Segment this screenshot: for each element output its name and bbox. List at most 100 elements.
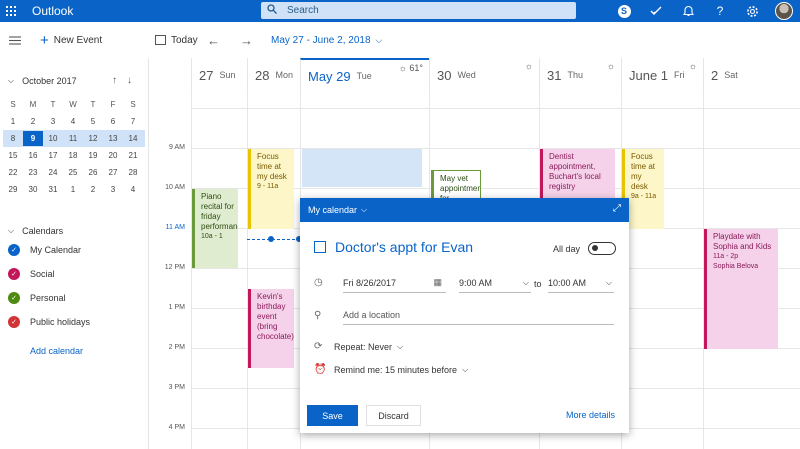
- new-event-label: New Event: [53, 34, 103, 46]
- event-piano-recital[interactable]: Piano recital for friday performance 10a…: [192, 189, 238, 268]
- time-label: 10 AM: [165, 184, 185, 191]
- date-range-label: May 27 - June 2, 2018: [271, 34, 371, 46]
- calendar-item-label: Public holidays: [30, 317, 91, 327]
- day-header-sat[interactable]: 2 Sat: [703, 58, 800, 92]
- start-date-field[interactable]: Fri 8/26/2017 ▦: [343, 273, 446, 293]
- mini-calendar-day[interactable]: 29: [3, 185, 23, 194]
- partly-cloudy-icon: ☼: [606, 61, 615, 71]
- mini-calendar-day[interactable]: 22: [3, 168, 23, 177]
- mini-calendar-day[interactable]: 25: [63, 168, 83, 177]
- event-title-input[interactable]: Doctor's appt for Evan: [314, 239, 473, 255]
- mini-calendar-day[interactable]: 28: [123, 168, 143, 177]
- calendar-item-social[interactable]: ✓ Social: [8, 268, 55, 280]
- mini-calendar-day[interactable]: 20: [103, 151, 123, 160]
- calendar-picker-icon[interactable]: ▦: [433, 277, 442, 288]
- new-event-button[interactable]: + New Event: [40, 22, 102, 58]
- bell-icon[interactable]: [672, 0, 704, 22]
- skype-icon[interactable]: S: [608, 0, 640, 22]
- event-focus-time-mon[interactable]: Focus time at my desk 9 - 11a: [248, 149, 294, 229]
- next-arrow-icon[interactable]: →: [240, 33, 273, 48]
- app-launcher-icon[interactable]: [0, 0, 22, 22]
- event-kevin-birthday[interactable]: Kevin's birthday event (bring chocolate): [248, 289, 294, 368]
- mini-calendar-day[interactable]: 17: [43, 151, 63, 160]
- chevron-down-icon[interactable]: ⌵: [361, 205, 367, 215]
- up-arrow-icon[interactable]: ↑: [112, 75, 127, 86]
- day-header-tue[interactable]: May 29 Tue ☼ 61°: [300, 58, 429, 92]
- mini-calendar-day[interactable]: 10: [43, 134, 63, 143]
- mini-calendar-day[interactable]: 26: [83, 168, 103, 177]
- mini-calendar-day[interactable]: 30: [23, 185, 43, 194]
- calendar-item-personal[interactable]: ✓ Personal: [8, 292, 66, 304]
- date-range-picker[interactable]: May 27 - June 2, 2018 ⌵: [271, 22, 382, 58]
- mini-calendar-day[interactable]: 13: [103, 134, 123, 143]
- prev-arrow-icon[interactable]: ←: [207, 33, 240, 48]
- calendar-icon: [314, 241, 326, 253]
- discard-button[interactable]: Discard: [366, 405, 421, 426]
- chevron-down-icon: ⌵: [605, 277, 612, 287]
- mini-calendar-day[interactable]: 8: [3, 134, 23, 143]
- mini-calendar-day[interactable]: 7: [123, 117, 143, 126]
- selected-time-slot[interactable]: [302, 149, 422, 187]
- mini-calendar-day[interactable]: 18: [63, 151, 83, 160]
- event-time: 9a - 11a: [631, 193, 657, 200]
- save-button[interactable]: Save: [307, 405, 358, 426]
- mini-calendar-day[interactable]: 1: [63, 185, 83, 194]
- mini-calendar-day[interactable]: 9: [23, 131, 43, 146]
- mini-calendar-day[interactable]: 23: [23, 168, 43, 177]
- event-playdate[interactable]: Playdate with Sophia and Kids 11a - 2p S…: [704, 229, 778, 349]
- mini-calendar-grid: S M T W T F S 1 2 3 4 5 6 7 8 9 10 11 12 13 14 15 16 17 18 19 20 21…: [3, 96, 145, 198]
- mini-calendar-day[interactable]: 15: [3, 151, 23, 160]
- calendar-item-my-calendar[interactable]: ✓ My Calendar: [8, 244, 81, 256]
- weekday-label: W: [69, 100, 77, 109]
- reminder-row[interactable]: ⏰ Remind me: 15 minutes before ⌵: [314, 364, 468, 375]
- mini-calendar-day[interactable]: 4: [63, 117, 83, 126]
- help-icon[interactable]: ?: [704, 0, 736, 22]
- start-time-field[interactable]: 9:00 AM ⌵: [459, 273, 531, 293]
- day-header-mon[interactable]: 28 Mon: [247, 58, 300, 92]
- today-button[interactable]: Today: [155, 22, 198, 58]
- location-input[interactable]: Add a location: [343, 305, 614, 325]
- mini-calendar-day[interactable]: 2: [83, 185, 103, 194]
- calendar-item-public-holidays[interactable]: ✓ Public holidays: [8, 316, 90, 328]
- mini-calendar-day[interactable]: 31: [43, 185, 63, 194]
- mini-calendar-day[interactable]: 19: [83, 151, 103, 160]
- day-header-sun[interactable]: 27 Sun: [191, 58, 247, 92]
- more-details-link[interactable]: More details: [566, 410, 615, 420]
- avatar[interactable]: [768, 0, 800, 22]
- mini-calendar-day[interactable]: 1: [3, 117, 23, 126]
- mini-calendar-day[interactable]: 12: [83, 134, 103, 143]
- event-dentist[interactable]: Dentist appointment, Buchart's local reg…: [540, 149, 615, 205]
- mini-calendar-day[interactable]: 16: [23, 151, 43, 160]
- all-day-toggle[interactable]: All day: [553, 242, 617, 255]
- todo-check-icon[interactable]: [640, 0, 672, 22]
- mini-calendar-day[interactable]: 3: [103, 185, 123, 194]
- mini-calendar-day[interactable]: 2: [23, 117, 43, 126]
- day-header-thu[interactable]: 31 Thu ☼: [539, 58, 621, 92]
- end-time-field[interactable]: 10:00 AM ⌵: [548, 273, 614, 293]
- mini-calendar-header[interactable]: ⌵ October 2017: [8, 76, 77, 86]
- expand-icon[interactable]: ⤢: [613, 203, 621, 214]
- day-header-fri[interactable]: June 1 Fri ☼: [621, 58, 703, 92]
- mini-calendar-day[interactable]: 14: [123, 134, 143, 143]
- mini-calendar-day[interactable]: 3: [43, 117, 63, 126]
- search-box[interactable]: Search: [261, 2, 576, 19]
- app-title[interactable]: Outlook: [32, 4, 73, 18]
- down-arrow-icon[interactable]: ↓: [127, 75, 142, 86]
- toggle-switch[interactable]: [588, 242, 617, 255]
- mini-calendar-day[interactable]: 21: [123, 151, 143, 160]
- mini-calendar-day[interactable]: 27: [103, 168, 123, 177]
- mini-calendar-day[interactable]: 24: [43, 168, 63, 177]
- repeat-row[interactable]: ⟳ Repeat: Never ⌵: [314, 341, 403, 352]
- mini-calendar-day[interactable]: 6: [103, 117, 123, 126]
- hamburger-menu-icon[interactable]: [9, 22, 21, 58]
- popup-footer: Save Discard More details: [300, 405, 629, 433]
- gear-icon[interactable]: [736, 0, 768, 22]
- mini-calendar-day[interactable]: 4: [123, 185, 143, 194]
- clock-icon: ◷: [314, 277, 323, 288]
- day-header-wed[interactable]: 30 Wed ☼: [429, 58, 539, 92]
- mini-calendar-day[interactable]: 5: [83, 117, 103, 126]
- calendars-header[interactable]: ⌵ Calendars: [8, 226, 63, 236]
- mini-calendar-day[interactable]: 11: [63, 134, 83, 143]
- calendar-selector[interactable]: My calendar: [308, 205, 357, 215]
- add-calendar-link[interactable]: Add calendar: [30, 346, 83, 356]
